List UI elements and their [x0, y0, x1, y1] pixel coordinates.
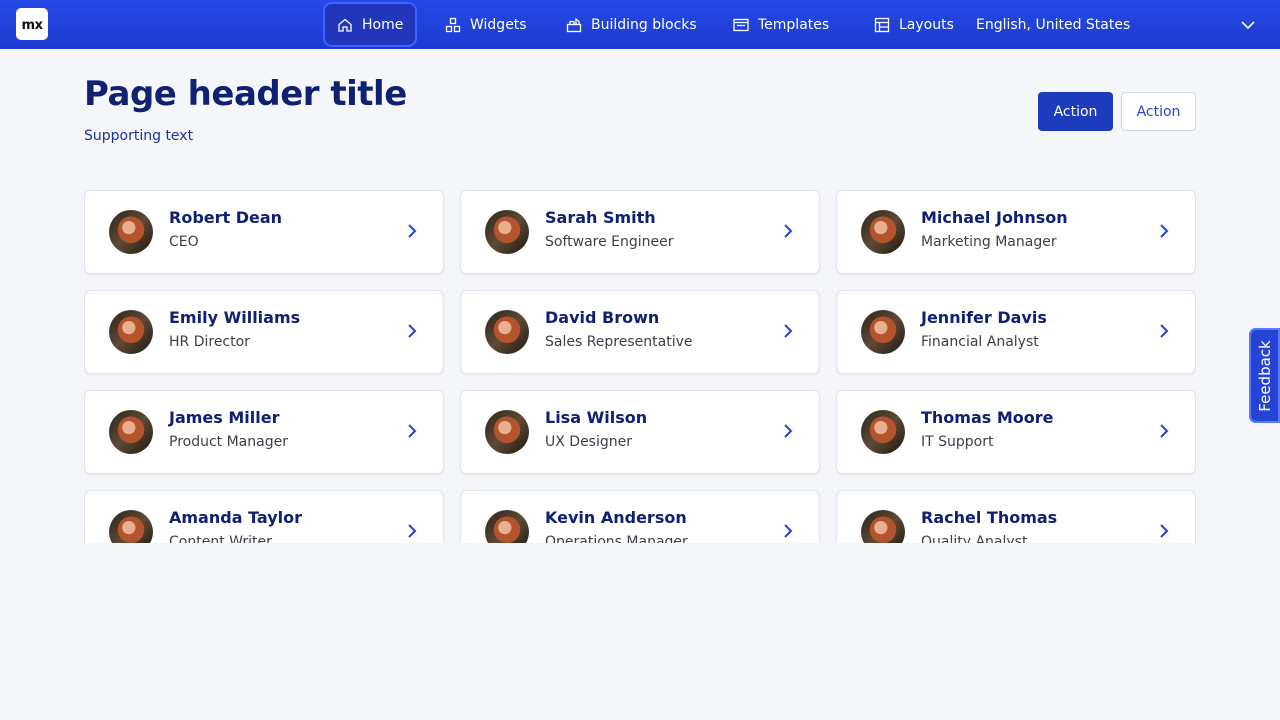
person-name: Emily Williams — [169, 308, 301, 327]
primary-action-button[interactable]: Action — [1038, 92, 1113, 131]
person-card[interactable]: Thomas Moore IT Support — [836, 390, 1196, 474]
avatar — [861, 410, 905, 454]
chevron-down-icon[interactable] — [1239, 16, 1257, 34]
nav-templates[interactable]: Templates — [721, 4, 841, 45]
feedback-tab[interactable]: Feedback — [1249, 328, 1280, 423]
person-name: Michael Johnson — [921, 208, 1068, 227]
chevron-right-icon[interactable] — [1157, 222, 1171, 240]
templates-icon — [733, 18, 749, 31]
person-role: Marketing Manager — [921, 234, 1057, 250]
chevron-right-icon[interactable] — [1157, 522, 1171, 540]
chevron-right-icon[interactable] — [781, 222, 795, 240]
nav-templates-label: Templates — [758, 16, 830, 33]
person-role: Sales Representative — [545, 334, 693, 350]
person-card[interactable]: Kevin Anderson Operations Manager — [460, 490, 820, 543]
avatar — [861, 510, 905, 543]
avatar — [485, 410, 529, 454]
chevron-right-icon[interactable] — [1157, 322, 1171, 340]
person-card[interactable]: Robert Dean CEO — [84, 190, 444, 274]
home-icon — [338, 18, 352, 32]
nav-building-blocks[interactable]: Building blocks — [554, 4, 709, 45]
person-role: IT Support — [921, 434, 994, 450]
person-card[interactable]: Michael Johnson Marketing Manager — [836, 190, 1196, 274]
person-name: Lisa Wilson — [545, 408, 648, 427]
person-card[interactable]: Sarah Smith Software Engineer — [460, 190, 820, 274]
person-role: CEO — [169, 234, 199, 250]
person-name: David Brown — [545, 308, 660, 327]
nav-layouts[interactable]: Layouts — [862, 4, 966, 45]
person-name: Rachel Thomas — [921, 508, 1058, 527]
person-role: UX Designer — [545, 434, 632, 450]
chevron-right-icon[interactable] — [781, 422, 795, 440]
nav-home-label: Home — [362, 16, 404, 33]
page-subtitle: Supporting text — [84, 128, 194, 144]
chevron-right-icon[interactable] — [405, 522, 419, 540]
widgets-icon — [445, 17, 461, 32]
person-role: Product Manager — [169, 434, 288, 450]
person-role: Content Writer — [169, 534, 272, 543]
language-label: English, United States — [976, 16, 1131, 33]
person-card[interactable]: James Miller Product Manager — [84, 390, 444, 474]
language-selector[interactable]: English, United States — [976, 4, 1130, 45]
person-card[interactable]: Rachel Thomas Quality Analyst — [836, 490, 1196, 543]
nav-widgets-label: Widgets — [470, 16, 527, 33]
people-grid: Robert Dean CEO Sarah Smith Software Engine… — [84, 190, 1196, 543]
nav-building-blocks-label: Building blocks — [591, 16, 697, 33]
person-role: Quality Analyst — [921, 534, 1028, 543]
nav-home[interactable]: Home — [325, 4, 416, 45]
person-card[interactable]: David Brown Sales Representative — [460, 290, 820, 374]
avatar — [861, 210, 905, 254]
person-name: Thomas Moore — [921, 408, 1054, 427]
person-name: Robert Dean — [169, 208, 283, 227]
person-role: Financial Analyst — [921, 334, 1039, 350]
avatar — [485, 310, 529, 354]
building-blocks-icon — [566, 17, 582, 32]
person-card[interactable]: Jennifer Davis Financial Analyst — [836, 290, 1196, 374]
avatar — [109, 210, 153, 254]
chevron-right-icon[interactable] — [405, 222, 419, 240]
avatar — [109, 310, 153, 354]
avatar — [485, 510, 529, 543]
avatar — [109, 510, 153, 543]
chevron-right-icon[interactable] — [781, 322, 795, 340]
person-name: Jennifer Davis — [921, 308, 1047, 327]
person-role: Software Engineer — [545, 234, 674, 250]
avatar — [861, 310, 905, 354]
person-name: Kevin Anderson — [545, 508, 687, 527]
person-name: Sarah Smith — [545, 208, 656, 227]
chevron-right-icon[interactable] — [1157, 422, 1171, 440]
chevron-right-icon[interactable] — [405, 422, 419, 440]
secondary-action-button[interactable]: Action — [1121, 92, 1196, 131]
person-card[interactable]: Amanda Taylor Content Writer — [84, 490, 444, 543]
person-role: HR Director — [169, 334, 250, 350]
app-logo[interactable]: mx — [16, 8, 48, 40]
avatar — [109, 410, 153, 454]
person-role: Operations Manager — [545, 534, 688, 543]
top-navigation-bar: mx Home Widgets Building blocks Template… — [0, 0, 1280, 49]
page-title: Page header title — [84, 74, 407, 114]
person-name: Amanda Taylor — [169, 508, 303, 527]
layouts-icon — [874, 17, 890, 32]
nav-widgets[interactable]: Widgets — [433, 4, 539, 45]
nav-layouts-label: Layouts — [899, 16, 954, 33]
chevron-right-icon[interactable] — [781, 522, 795, 540]
person-card[interactable]: Lisa Wilson UX Designer — [460, 390, 820, 474]
chevron-right-icon[interactable] — [405, 322, 419, 340]
person-name: James Miller — [169, 408, 280, 427]
avatar — [485, 210, 529, 254]
feedback-label: Feedback — [1255, 339, 1274, 412]
person-card[interactable]: Emily Williams HR Director — [84, 290, 444, 374]
